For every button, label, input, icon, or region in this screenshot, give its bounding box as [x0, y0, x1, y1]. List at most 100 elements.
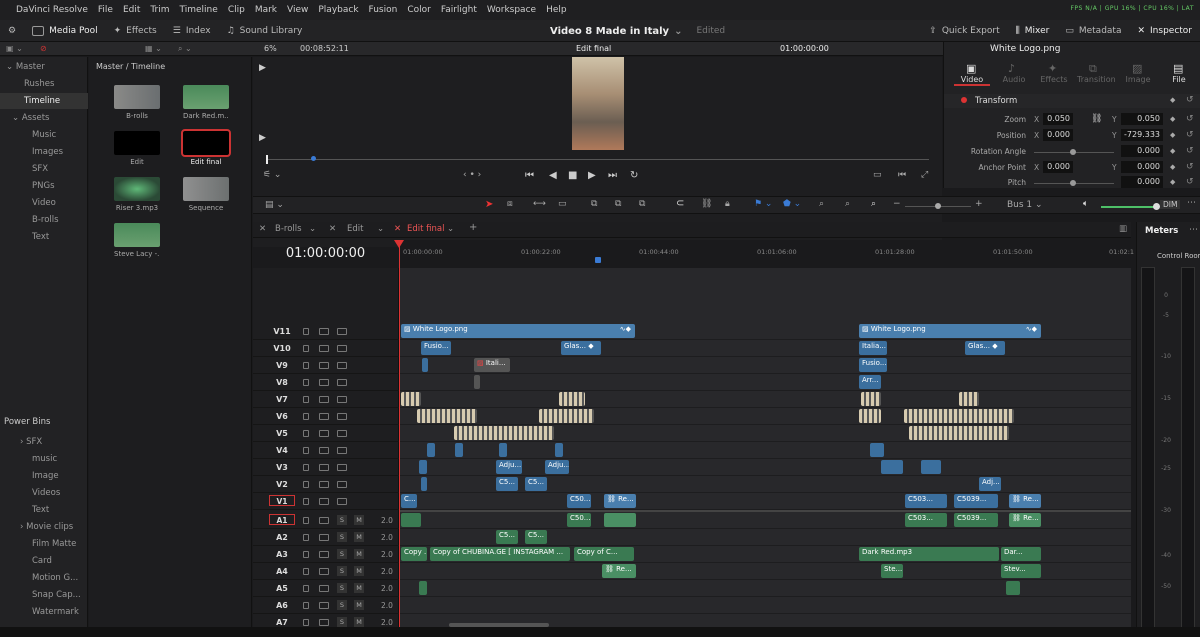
- menu-mark[interactable]: Mark: [250, 5, 282, 15]
- tab-effects[interactable]: Effects: [1036, 75, 1072, 84]
- bin-music[interactable]: Music: [0, 127, 88, 143]
- solo-button[interactable]: S: [337, 583, 347, 593]
- track-destination-icon[interactable]: [319, 413, 329, 420]
- search-icon[interactable]: ⌕ ⌄: [178, 44, 192, 54]
- inspector-button[interactable]: ✕ Inspector: [1129, 20, 1200, 42]
- zoom-detail-icon[interactable]: ⌕: [845, 199, 850, 209]
- clip-v4-1[interactable]: [427, 443, 435, 457]
- track-header-a5[interactable]: A5 S M 2.0: [253, 580, 399, 597]
- track-destination-icon[interactable]: [319, 345, 329, 352]
- prev-frame-icon[interactable]: ▶: [259, 63, 266, 73]
- clip-edit-final[interactable]: Edit final: [181, 129, 231, 166]
- clip-v3-3[interactable]: [921, 460, 941, 474]
- auto-track-icon[interactable]: [319, 619, 329, 626]
- play-icon[interactable]: ▶: [588, 170, 596, 181]
- power-bin-snap-cap[interactable]: Snap Cap...: [0, 587, 88, 603]
- lock-track-icon[interactable]: [303, 602, 309, 609]
- menu-playback[interactable]: Playback: [313, 5, 363, 15]
- track-header-a1[interactable]: A1 S M 2.0: [253, 512, 399, 529]
- track-visibility-icon[interactable]: [337, 362, 347, 369]
- keyframe-icon[interactable]: ◆: [1170, 96, 1175, 104]
- auto-track-icon[interactable]: [319, 585, 329, 592]
- track-destination-icon[interactable]: [319, 447, 329, 454]
- clip-a5-1[interactable]: [419, 581, 427, 595]
- link-icon[interactable]: ⊘: [40, 44, 47, 53]
- zoom-out-icon[interactable]: −: [893, 199, 901, 209]
- bin-timeline[interactable]: Timeline: [0, 93, 88, 109]
- track-visibility-icon[interactable]: [337, 464, 347, 471]
- mute-button[interactable]: M: [354, 617, 364, 627]
- flag-icon[interactable]: ⚑ ⌄: [754, 199, 772, 209]
- reset-icon[interactable]: ↺: [1186, 130, 1194, 140]
- track-header-v10[interactable]: V10: [253, 340, 399, 357]
- clip-copy-c[interactable]: Copy of C...: [574, 547, 634, 561]
- reset-icon[interactable]: ↺: [1186, 95, 1194, 105]
- clip-edit[interactable]: Edit: [114, 131, 160, 166]
- clip-brolls[interactable]: B-rolls: [114, 85, 160, 120]
- lock-track-icon[interactable]: [303, 568, 309, 575]
- replace-icon[interactable]: ⧉: [639, 199, 645, 209]
- lock-track-icon[interactable]: [303, 379, 309, 386]
- dim-button[interactable]: DIM: [1160, 200, 1181, 209]
- clip-v7-broll-2[interactable]: [559, 392, 585, 406]
- mute-button[interactable]: M: [354, 583, 364, 593]
- chevron-down-icon[interactable]: ⌄: [447, 224, 454, 234]
- auto-track-icon[interactable]: [319, 551, 329, 558]
- keyframe-icon[interactable]: ◆: [1170, 115, 1175, 123]
- video-preview[interactable]: [572, 57, 624, 150]
- pitch-slider-handle[interactable]: [1070, 180, 1076, 186]
- clip-c5039-a1[interactable]: C5039...: [954, 513, 998, 527]
- clip-itali[interactable]: ▨ Itali...: [474, 358, 510, 372]
- clip-riser[interactable]: Riser 3.mp3: [114, 177, 160, 212]
- clip-re-2[interactable]: ⛓ Re...: [1009, 494, 1041, 508]
- clip-adj-1[interactable]: Adju...: [496, 460, 522, 474]
- track-header-v11[interactable]: V11: [253, 323, 399, 340]
- solo-button[interactable]: S: [337, 617, 347, 627]
- track-header-a3[interactable]: A3 S M 2.0: [253, 546, 399, 563]
- lock-track-icon[interactable]: [303, 534, 309, 541]
- clip-v5-broll-2[interactable]: [909, 426, 1009, 440]
- clip-dark-red[interactable]: Dark Red.mp3: [859, 547, 999, 561]
- clip-c5-a2-1[interactable]: C5...: [496, 530, 518, 544]
- track-visibility-icon[interactable]: [337, 481, 347, 488]
- clip-c503-a1[interactable]: C503...: [905, 513, 947, 527]
- clip-v5-broll-1[interactable]: [454, 426, 554, 440]
- chevron-down-icon[interactable]: ⌄: [309, 224, 316, 234]
- track-destination-icon[interactable]: [319, 481, 329, 488]
- workspace-menu-icon[interactable]: ⚙: [0, 20, 24, 42]
- menu-clip[interactable]: Clip: [223, 5, 250, 15]
- clip-v3-2[interactable]: [881, 460, 903, 474]
- anchor-y-field[interactable]: 0.000: [1121, 161, 1163, 173]
- zoom-in-icon[interactable]: +: [975, 199, 983, 209]
- menu-file[interactable]: File: [93, 5, 118, 15]
- clip-c5039-1[interactable]: C5039...: [954, 494, 998, 508]
- match-frame-icon[interactable]: ⏮: [898, 170, 906, 180]
- lock-track-icon[interactable]: [303, 619, 309, 626]
- playhead-handle-icon[interactable]: [394, 240, 404, 248]
- keyframe-icon[interactable]: ◆: [1170, 163, 1175, 171]
- clip-v6-broll-2[interactable]: [539, 409, 594, 423]
- power-bin-music[interactable]: music: [0, 451, 88, 467]
- clip-v9-small[interactable]: [422, 358, 428, 372]
- meters-options-icon[interactable]: ⋯: [1189, 225, 1198, 235]
- menu-fairlight[interactable]: Fairlight: [436, 5, 482, 15]
- menu-timeline[interactable]: Timeline: [175, 5, 223, 15]
- keyframe-icon[interactable]: ◆: [1170, 147, 1175, 155]
- clip-c5-1[interactable]: C5...: [496, 477, 518, 491]
- clip-v6-broll-3[interactable]: [859, 409, 881, 423]
- lock-track-icon[interactable]: [303, 551, 309, 558]
- clip-copy-1[interactable]: Copy ...: [401, 547, 427, 561]
- panel-toggle-icon[interactable]: ▣ ⌄: [6, 44, 23, 53]
- lock-track-icon[interactable]: [303, 413, 309, 420]
- bin-master[interactable]: ⌄ Master: [0, 59, 88, 75]
- clip-copy-chubina[interactable]: Copy of CHUBINA.GE [ INSTAGRAM ...: [430, 547, 570, 561]
- track-header-v3[interactable]: V3: [253, 459, 399, 476]
- clip-white-logo-2[interactable]: ▨ White Logo.png ∿◆: [859, 324, 1041, 338]
- more-options-icon[interactable]: ⋯: [1187, 198, 1196, 208]
- clip-c5-a2-2[interactable]: C5...: [525, 530, 547, 544]
- bin-images[interactable]: Images: [0, 144, 88, 160]
- track-visibility-icon[interactable]: [337, 345, 347, 352]
- clip-stev[interactable]: Stev...: [1001, 564, 1041, 578]
- overwrite-icon[interactable]: ⧉: [615, 199, 621, 209]
- clip-glass-1[interactable]: Glas... ◆: [561, 341, 601, 355]
